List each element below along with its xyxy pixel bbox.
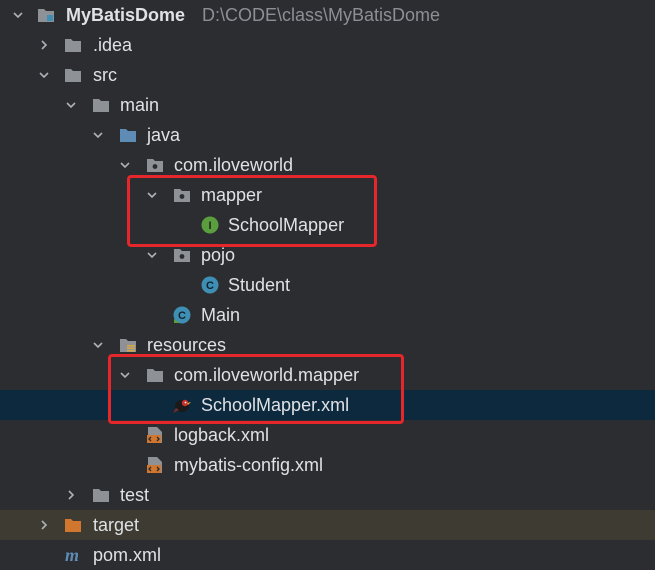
highlight-box-mapper-resources bbox=[108, 354, 404, 424]
chevron-down-icon[interactable] bbox=[92, 129, 104, 141]
chevron-down-icon[interactable] bbox=[38, 69, 50, 81]
tree-label: main bbox=[120, 95, 160, 115]
resources-folder-icon bbox=[119, 336, 137, 354]
tree-label: target bbox=[93, 515, 140, 535]
project-tree-panel: { "tree": { "root": { "label": "MyBatisD… bbox=[0, 0, 655, 569]
tree-label: .idea bbox=[93, 35, 133, 55]
tree-row-target[interactable]: target bbox=[0, 510, 655, 540]
tree-label: pojo bbox=[201, 245, 236, 265]
xml-file-icon bbox=[146, 456, 164, 474]
tree-label: test bbox=[120, 485, 150, 505]
tree-label: resources bbox=[147, 335, 227, 355]
folder-icon bbox=[92, 96, 110, 114]
tree-label: java bbox=[147, 125, 181, 145]
tree-row-src[interactable]: src bbox=[0, 60, 655, 90]
chevron-right-icon[interactable] bbox=[38, 39, 50, 51]
tree-label: Main bbox=[201, 305, 241, 325]
package-icon bbox=[173, 246, 191, 264]
chevron-down-icon[interactable] bbox=[92, 339, 104, 351]
xml-file-icon bbox=[146, 426, 164, 444]
project-path: D:\CODE\class\MyBatisDome bbox=[202, 5, 441, 25]
tree-label: com.iloveworld bbox=[174, 155, 294, 175]
chevron-down-icon[interactable] bbox=[146, 249, 158, 261]
class-badge: C bbox=[206, 280, 214, 292]
tree-row-main[interactable]: main bbox=[0, 90, 655, 120]
highlight-box-mapper-package bbox=[127, 175, 377, 247]
tree-label: mybatis-config.xml bbox=[174, 455, 324, 475]
tree-row-root[interactable]: MyBatisDome D:\CODE\class\MyBatisDome bbox=[0, 0, 655, 30]
tree-row-java[interactable]: java bbox=[0, 120, 655, 150]
project-name: MyBatisDome bbox=[66, 5, 186, 25]
class-icon: C bbox=[201, 276, 219, 294]
module-folder-icon bbox=[37, 6, 55, 24]
maven-badge: m bbox=[65, 546, 79, 564]
tree-row-mybatis-config[interactable]: mybatis-config.xml bbox=[0, 450, 655, 480]
tree-row-idea[interactable]: .idea bbox=[0, 30, 655, 60]
chevron-down-icon[interactable] bbox=[119, 159, 131, 171]
tree-label: pom.xml bbox=[93, 545, 162, 565]
source-folder-icon bbox=[119, 126, 137, 144]
folder-icon bbox=[64, 66, 82, 84]
tree-label: src bbox=[93, 65, 117, 85]
package-icon bbox=[146, 156, 164, 174]
tree-row-logback[interactable]: logback.xml bbox=[0, 420, 655, 450]
tree-row-main-class[interactable]: C Main bbox=[0, 300, 655, 330]
runnable-class-icon: C bbox=[173, 306, 191, 324]
folder-icon bbox=[92, 486, 110, 504]
chevron-down-icon[interactable] bbox=[65, 99, 77, 111]
maven-icon: m bbox=[64, 546, 88, 564]
tree-row-pom[interactable]: m pom.xml bbox=[0, 540, 655, 570]
folder-icon bbox=[64, 36, 82, 54]
class-badge: C bbox=[178, 310, 186, 322]
chevron-down-icon[interactable] bbox=[12, 9, 24, 21]
chevron-right-icon[interactable] bbox=[38, 519, 50, 531]
tree-row-test[interactable]: test bbox=[0, 480, 655, 510]
tree-label: Student bbox=[228, 275, 291, 295]
excluded-folder-icon bbox=[64, 516, 82, 534]
tree-label: logback.xml bbox=[174, 425, 270, 445]
tree-row-student[interactable]: C Student bbox=[0, 270, 655, 300]
chevron-right-icon[interactable] bbox=[65, 489, 77, 501]
